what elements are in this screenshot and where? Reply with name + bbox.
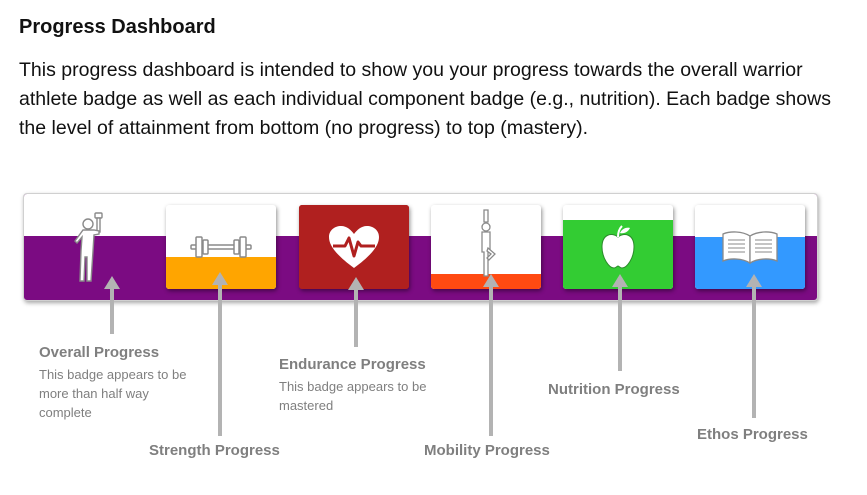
apple-icon [601, 225, 635, 269]
mobility-progress-label: Mobility Progress [424, 442, 550, 459]
endurance-progress-label: Endurance Progress [279, 356, 426, 373]
intro-text: This progress dashboard is intended to s… [19, 59, 831, 139]
ethos-arrow [746, 274, 762, 418]
overall-progress-note: This badge appears to be more than half … [39, 367, 187, 420]
yoga-pose-icon [481, 209, 496, 277]
mobility-arrow [483, 274, 499, 436]
overall-arrow [104, 276, 120, 334]
ethos-progress-label: Ethos Progress [697, 426, 808, 443]
overall-progress-label: Overall Progress [39, 344, 160, 361]
endurance-arrow [348, 277, 364, 347]
strength-progress-label: Strength Progress [149, 442, 280, 459]
nutrition-progress-label: Nutrition Progress [548, 381, 680, 398]
heart-pulse-icon [329, 226, 379, 268]
endurance-progress-note: This badge appears to be mastered [279, 379, 427, 413]
page-title: Progress Dashboard [19, 16, 216, 38]
warrior-athlete-icon [74, 212, 103, 282]
open-book-icon [722, 231, 778, 265]
barbell-icon [190, 236, 252, 258]
nutrition-arrow [612, 274, 628, 371]
strength-arrow [212, 272, 228, 436]
